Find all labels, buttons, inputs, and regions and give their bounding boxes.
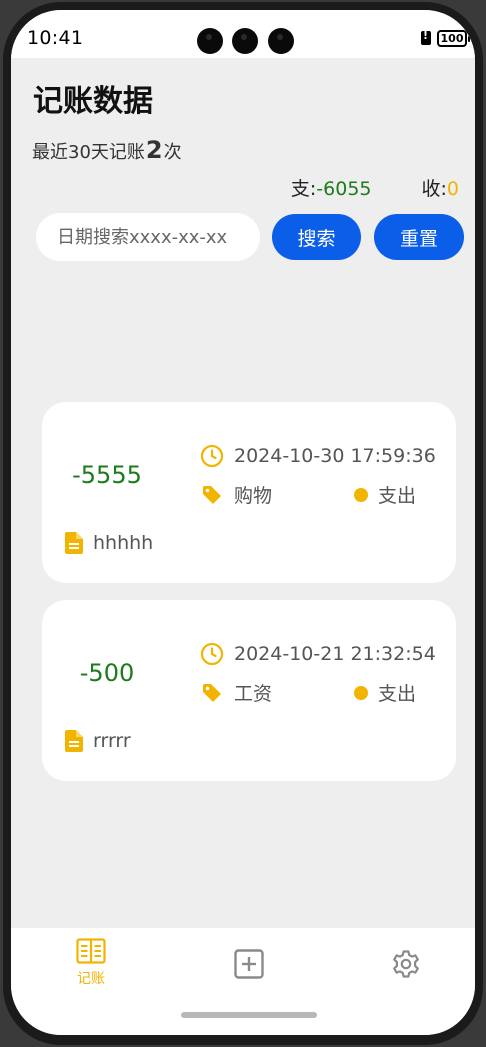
record-category: 工资 [234,683,273,705]
record-type-row: 支出 [354,481,416,508]
income-total: 收:0 [422,174,460,201]
record-datetime: 2024-10-30 17:59:36 [234,445,436,467]
page-title: 记账数据 [33,84,153,119]
type-dot-icon [354,487,368,502]
date-search-input[interactable] [36,213,260,261]
tag-icon [203,485,221,504]
document-icon [65,532,83,554]
tab-records[interactable]: 记账 [76,938,106,988]
expense-value: -6055 [316,178,372,200]
summary-count: 2 [145,136,163,164]
add-square-icon [234,949,264,979]
record-amount: -5555 [72,461,142,489]
battery-level: 100 [440,31,464,45]
summary-prefix: 最近30天记账 [32,142,145,163]
record-type: 支出 [378,485,417,507]
tag-icon [203,683,221,702]
screen: 10:41 100 记账数据 最近30天记账 2 次 支:-6055 收:0 搜… [11,10,475,1035]
status-time: 10:41 [27,27,84,49]
summary-suffix: 次 [163,142,182,163]
home-indicator[interactable] [181,1012,317,1018]
alert-icon [421,29,431,45]
record-note: rrrrr [93,730,131,752]
record-category: 购物 [234,485,273,507]
income-value: 0 [446,178,459,200]
clock-icon [200,444,224,468]
record-amount: -500 [79,659,135,687]
status-bar: 10:41 100 [11,10,475,58]
record-card[interactable]: -5555 2024-10-30 17:59:36 购物 支出 hhhhh [42,402,456,583]
record-category-row: 购物 [200,481,272,508]
camera-icon [268,28,294,54]
type-dot-icon [354,685,368,700]
record-datetime-row: 2024-10-30 17:59:36 [200,444,436,468]
phone-frame: 10:41 100 记账数据 最近30天记账 2 次 支:-6055 收:0 搜… [3,2,483,1045]
record-card[interactable]: -500 2024-10-21 21:32:54 工资 支出 rrrrr [42,600,456,781]
clock-icon [200,642,224,666]
record-note: hhhhh [93,532,154,554]
record-type-row: 支出 [354,679,416,706]
record-category-row: 工资 [200,679,272,706]
gear-icon [393,950,419,978]
expense-total: 支:-6055 [291,174,372,201]
search-button[interactable]: 搜索 [272,214,361,260]
record-datetime-row: 2024-10-21 21:32:54 [200,642,436,666]
tab-records-label: 记账 [77,971,105,987]
record-note-row: rrrrr [65,730,131,752]
battery-icon: 100 [437,29,470,47]
bottom-tab-bar: 记账 [11,928,475,1035]
income-label: 收: [421,178,447,200]
record-note-row: hhhhh [65,532,153,554]
tab-settings[interactable] [391,949,421,979]
book-icon [76,938,106,964]
record-type: 支出 [378,683,417,705]
totals: 支:-6055 收:0 [291,174,459,201]
camera-icon [197,28,223,54]
camera-icon [232,28,258,54]
tab-add[interactable] [234,949,264,979]
reset-button[interactable]: 重置 [374,214,464,260]
document-icon [65,730,83,752]
record-datetime: 2024-10-21 21:32:54 [234,643,436,665]
expense-label: 支: [290,178,317,200]
summary-line: 最近30天记账 2 次 [32,136,182,164]
status-icons: 100 [421,29,470,47]
